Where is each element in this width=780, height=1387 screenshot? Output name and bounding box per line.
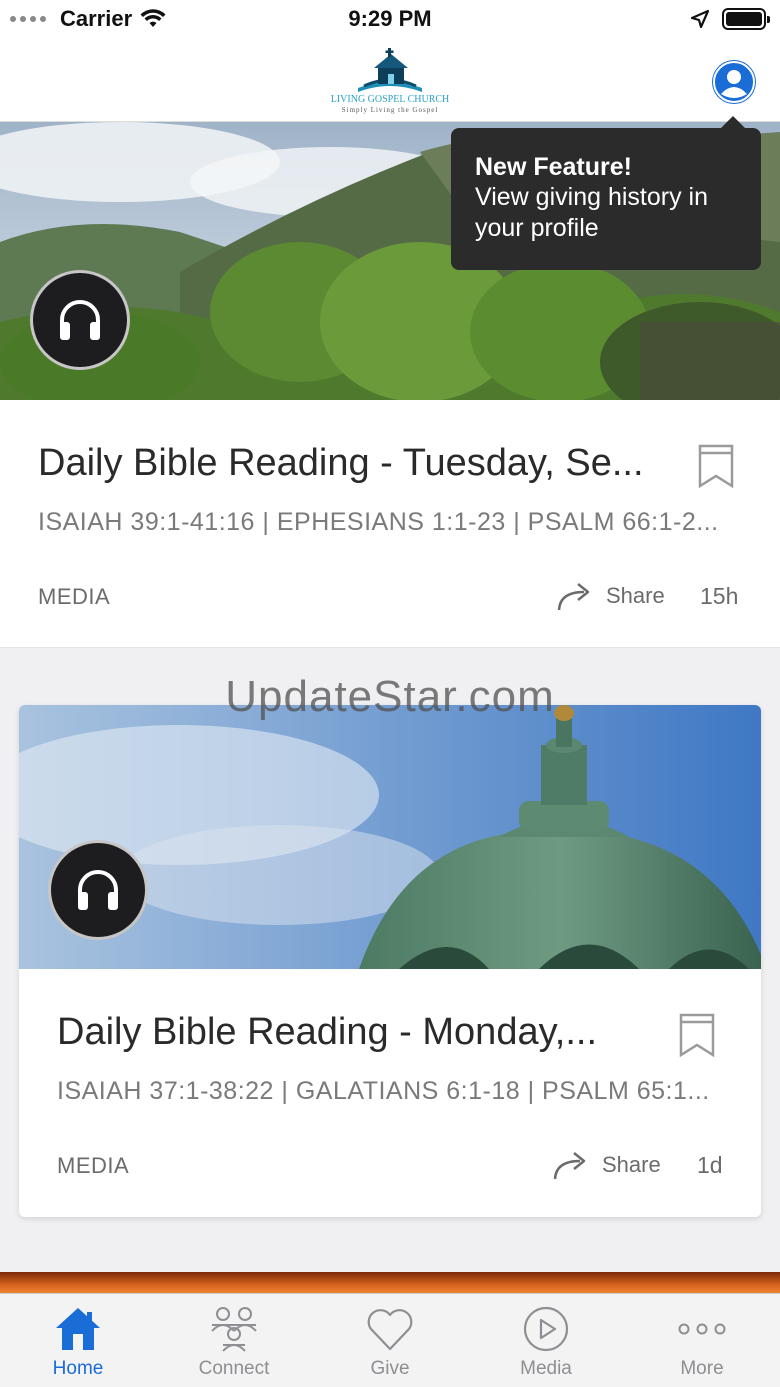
- share-button[interactable]: Share: [556, 580, 665, 612]
- feed-item-category: MEDIA: [38, 584, 111, 609]
- watermark: UpdateStar.com: [225, 672, 555, 721]
- share-button[interactable]: Share: [552, 1149, 661, 1181]
- feed-item-title[interactable]: Daily Bible Reading - Tuesday, Se...: [38, 442, 658, 485]
- feed-item-subtitle: ISAIAH 37:1-38:22 | GALATIANS 6:1-18 | P…: [57, 1077, 710, 1105]
- home-icon: [56, 1308, 100, 1350]
- feed-item-card[interactable]: Daily Bible Reading - Tuesday, Se... ISA…: [0, 400, 780, 648]
- feed-item-title[interactable]: Daily Bible Reading - Monday,...: [57, 1011, 637, 1054]
- church-logo: LIVING GOSPEL CHURCH Simply Living the G…: [330, 46, 450, 116]
- feed-item-body[interactable]: Daily Bible Reading - Monday,... ISAIAH …: [19, 969, 761, 1217]
- tab-label: More: [680, 1358, 724, 1379]
- tab-label: Home: [52, 1358, 104, 1379]
- next-feed-item-image[interactable]: [0, 1272, 780, 1294]
- share-arrow-icon: [553, 1152, 586, 1180]
- feed-item-category: MEDIA: [57, 1153, 130, 1178]
- church-logo-icon: [358, 48, 422, 92]
- feed-item-subtitle: ISAIAH 39:1-41:16 | EPHESIANS 1:1-23 | P…: [38, 508, 719, 536]
- new-feature-tooltip[interactable]: New Feature! View giving history in your…: [451, 116, 761, 270]
- app-header: LIVING GOSPEL CHURCH Simply Living the G…: [0, 40, 780, 122]
- tab-connect[interactable]: Connect: [156, 1294, 312, 1387]
- feed-item-card[interactable]: Daily Bible Reading - Monday,... ISAIAH …: [19, 705, 761, 1217]
- headphones-icon: [78, 870, 118, 910]
- more-icon: [678, 1323, 726, 1335]
- tab-bar: Home Connect Give Media More: [0, 1293, 780, 1387]
- status-time: 9:29 PM: [348, 6, 432, 31]
- logo-subtitle: Simply Living the Gospel: [341, 106, 439, 114]
- tab-more[interactable]: More: [624, 1294, 780, 1387]
- feed-item-age: 15h: [700, 583, 739, 609]
- tab-label: Connect: [198, 1358, 270, 1379]
- tab-label: Media: [520, 1358, 572, 1379]
- share-label: Share: [606, 583, 665, 608]
- share-label: Share: [602, 1152, 661, 1177]
- heart-icon: [367, 1309, 413, 1351]
- tab-label: Give: [370, 1358, 410, 1379]
- tooltip-title: New Feature!: [475, 153, 632, 181]
- status-bar: Carrier 9:29 PM: [0, 0, 780, 40]
- user-icon: [713, 61, 755, 103]
- tab-give[interactable]: Give: [312, 1294, 468, 1387]
- tooltip-body: View giving history in your profile: [475, 183, 708, 242]
- audio-badge[interactable]: [30, 270, 130, 370]
- location-arrow-icon: [690, 9, 710, 29]
- profile-button[interactable]: [712, 60, 756, 104]
- bookmark-icon[interactable]: [698, 444, 734, 488]
- people-icon: [211, 1307, 257, 1352]
- bookmark-icon[interactable]: [679, 1013, 715, 1057]
- dome-image: [19, 705, 761, 969]
- audio-badge[interactable]: [48, 840, 148, 940]
- headphones-icon: [60, 300, 100, 340]
- battery-icon: [722, 8, 770, 30]
- tab-home[interactable]: Home: [0, 1294, 156, 1387]
- play-icon: [523, 1306, 569, 1352]
- feed-item-age: 1d: [697, 1152, 723, 1178]
- tab-media[interactable]: Media: [468, 1294, 624, 1387]
- share-arrow-icon: [557, 583, 590, 611]
- app-screen: Carrier 9:29 PM LIVING GOSPEL CHURCH Sim…: [0, 0, 780, 1387]
- feed-item-image[interactable]: [19, 705, 761, 969]
- logo-title: LIVING GOSPEL CHURCH: [330, 94, 450, 105]
